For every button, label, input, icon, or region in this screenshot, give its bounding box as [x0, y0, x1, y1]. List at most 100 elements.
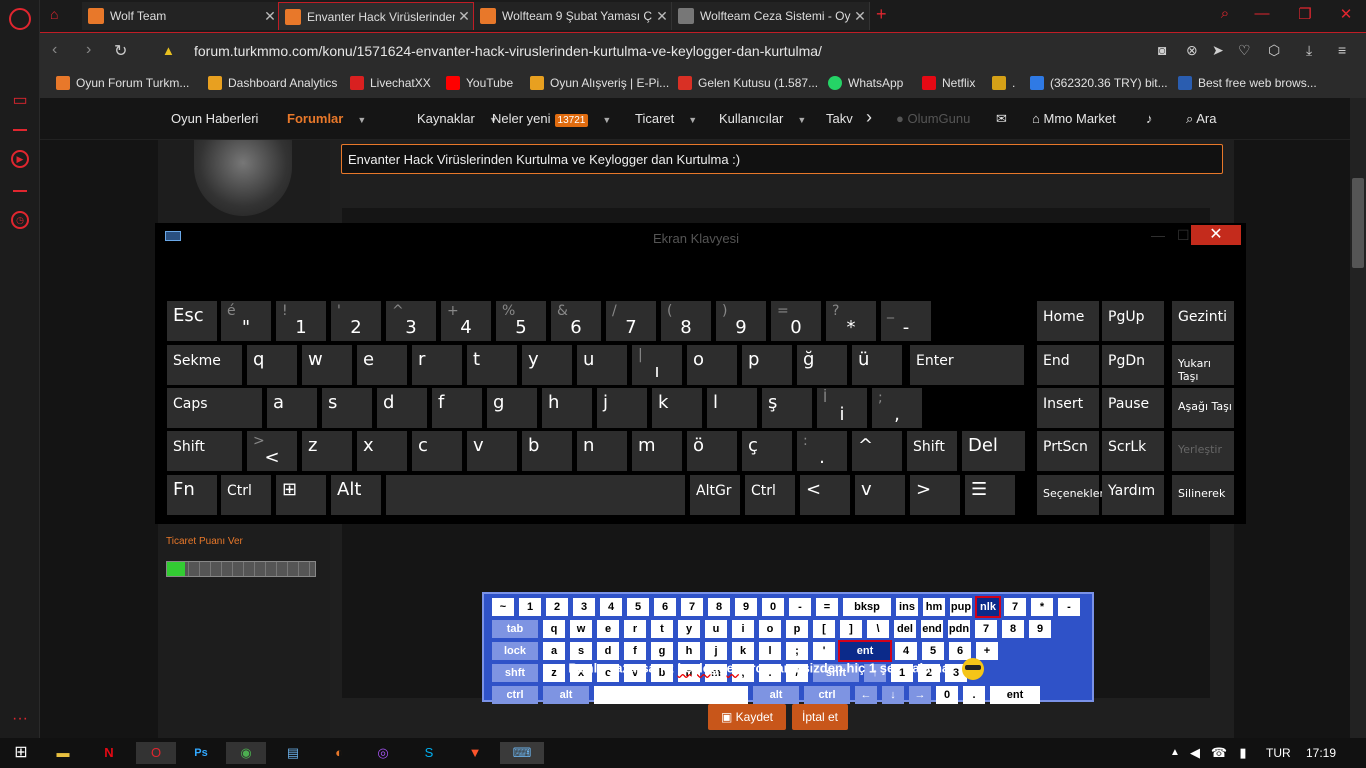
mail-icon[interactable]: ✉: [996, 111, 1007, 127]
osk-key[interactable]: ! 1: [276, 301, 326, 341]
new-tab-icon[interactable]: +: [876, 4, 887, 25]
osk-key[interactable]: l: [707, 388, 757, 428]
osk-key[interactable]: v: [467, 431, 517, 471]
search-link[interactable]: ⌕ Ara: [1186, 111, 1216, 127]
restore-icon[interactable]: ❐: [1295, 5, 1315, 23]
osk-key[interactable]: e: [357, 345, 407, 385]
podcast-icon[interactable]: ◎: [368, 742, 398, 764]
warning-icon[interactable]: ▲: [162, 43, 175, 58]
osk-key[interactable]: ğ: [797, 345, 847, 385]
thread-title-input[interactable]: Envanter Hack Virüslerinden Kurtulma ve …: [341, 144, 1223, 174]
osk-nav-key[interactable]: PgDn: [1102, 345, 1164, 385]
osk-nav-key[interactable]: End: [1037, 345, 1099, 385]
scrollbar-thumb[interactable]: [1352, 178, 1364, 268]
back-icon[interactable]: ‹: [52, 41, 57, 59]
osk-minimize-icon[interactable]: —: [1151, 227, 1165, 243]
osk-key[interactable]: Shift: [907, 431, 957, 471]
player-icon[interactable]: ▶: [11, 150, 29, 168]
osk-key[interactable]: /7: [606, 301, 656, 341]
osk-key[interactable]: t: [467, 345, 517, 385]
osk-nav-key[interactable]: Home: [1037, 301, 1099, 341]
block-icon[interactable]: ⊗: [1186, 42, 1198, 59]
tab-yama[interactable]: Wolfteam 9 Şubat Yaması Ç ✕: [474, 2, 672, 30]
camera-icon[interactable]: ◙: [1158, 42, 1166, 58]
osk-key[interactable]: f: [432, 388, 482, 428]
osk-nav-key[interactable]: PrtScn: [1037, 431, 1099, 471]
osk-key[interactable]: ü: [852, 345, 902, 385]
more-icon[interactable]: ···: [9, 708, 31, 730]
osk-key[interactable]: ^ 3: [386, 301, 436, 341]
history-icon[interactable]: ◷: [11, 211, 29, 229]
language-indicator[interactable]: TUR: [1266, 746, 1291, 760]
menu-icon[interactable]: ≡: [1338, 42, 1346, 58]
search-tabs-icon[interactable]: ⌕: [1215, 5, 1235, 22]
bookmark-item[interactable]: WhatsApp: [828, 76, 903, 90]
osk-key[interactable]: Alt: [331, 475, 381, 515]
osk-nav-key[interactable]: Pause: [1102, 388, 1164, 428]
market-link[interactable]: ⌂ Mmo Market: [1032, 111, 1116, 126]
osk-maximize-icon[interactable]: ☐: [1177, 227, 1190, 244]
bookmark-item[interactable]: Best free web brows...: [1178, 76, 1317, 90]
skype-icon[interactable]: S: [414, 742, 444, 764]
page-scrollbar[interactable]: [1350, 98, 1366, 738]
tab-close-icon[interactable]: ✕: [851, 8, 869, 25]
osk-key[interactable]: ^: [852, 431, 902, 471]
user-menu[interactable]: ● OlumGunu: [896, 111, 970, 126]
bookmark-item[interactable]: Gelen Kutusu (1.587...: [678, 76, 818, 90]
send-icon[interactable]: ➤: [1212, 42, 1224, 59]
osk-key[interactable]: m: [632, 431, 682, 471]
tab-envanter[interactable]: Envanter Hack Virüslerinden Kurtulma ✕: [278, 2, 474, 30]
tab-close-icon[interactable]: ✕: [261, 8, 279, 25]
osk-key[interactable]: ş: [762, 388, 812, 428]
gamepad-icon[interactable]: ⌂: [50, 6, 70, 26]
brave-icon[interactable]: ▼: [460, 742, 490, 764]
osk-key[interactable]: ⊞: [276, 475, 326, 515]
osk-key[interactable]: q: [247, 345, 297, 385]
osk-key[interactable]: r: [412, 345, 462, 385]
osk-key[interactable]: Caps: [167, 388, 262, 428]
trade-rating-link[interactable]: Ticaret Puanı Ver: [166, 536, 243, 547]
tab-close-icon[interactable]: ✕: [455, 8, 473, 25]
osk-key[interactable]: d: [377, 388, 427, 428]
osk-key[interactable]: é ": [221, 301, 271, 341]
start-icon[interactable]: ⊞: [6, 742, 36, 764]
osk-key[interactable]: s: [322, 388, 372, 428]
osk-key[interactable]: [386, 475, 685, 515]
osk-key[interactable]: <: [800, 475, 850, 515]
bookmark-item[interactable]: Netflix: [922, 76, 975, 90]
nav-kaynaklar[interactable]: Kaynaklar ▼: [417, 111, 498, 126]
bookmark-item[interactable]: .: [992, 76, 1015, 90]
cube-icon[interactable]: ⬡: [1268, 42, 1280, 59]
notepad-icon[interactable]: ▤: [278, 742, 308, 764]
tab-ceza[interactable]: Wolfteam Ceza Sistemi - Oy ✕: [672, 2, 870, 30]
bookmark-item[interactable]: LivechatXX: [350, 76, 431, 90]
osk-key[interactable]: ☰: [965, 475, 1015, 515]
osk-key[interactable]: p: [742, 345, 792, 385]
osk-key[interactable]: & 6: [551, 301, 601, 341]
osk-nav-key[interactable]: ScrLk: [1102, 431, 1164, 471]
osk-key[interactable]: Sekme: [167, 345, 242, 385]
osk-key[interactable]: x: [357, 431, 407, 471]
osk-key[interactable]: (8: [661, 301, 711, 341]
nav-oyun-haberleri[interactable]: Oyun Haberleri: [171, 111, 258, 126]
osk-key[interactable]: Del: [962, 431, 1025, 471]
nav-neler-yeni[interactable]: Neler yeni 13721 ▼: [492, 111, 611, 127]
tab-wolf-team[interactable]: Wolf Team ✕: [82, 2, 280, 30]
bell-icon[interactable]: ♪: [1146, 111, 1153, 126]
osk-nav-key[interactable]: Insert: [1037, 388, 1099, 428]
osk-side-key[interactable]: Yerleştir: [1172, 431, 1234, 471]
forward-icon[interactable]: ›: [86, 41, 91, 59]
clock[interactable]: 17:19: [1306, 746, 1336, 760]
photoshop-icon[interactable]: Ps: [186, 742, 216, 764]
opera-taskbar-icon[interactable]: O: [136, 742, 176, 764]
osk-key[interactable]: ? *: [826, 301, 876, 341]
osk-key[interactable]: a: [267, 388, 317, 428]
osk-nav-key[interactable]: Seçenekler: [1037, 475, 1104, 515]
osk-key[interactable]: n: [577, 431, 627, 471]
chrome-icon[interactable]: ◉: [226, 742, 266, 764]
osk-nav-key[interactable]: PgUp: [1102, 301, 1164, 341]
osk-key[interactable]: % 5: [496, 301, 546, 341]
workspace-icon[interactable]: ▭: [9, 90, 31, 112]
osk-key[interactable]: > <: [247, 431, 297, 471]
app-icon[interactable]: ◐: [324, 742, 354, 764]
